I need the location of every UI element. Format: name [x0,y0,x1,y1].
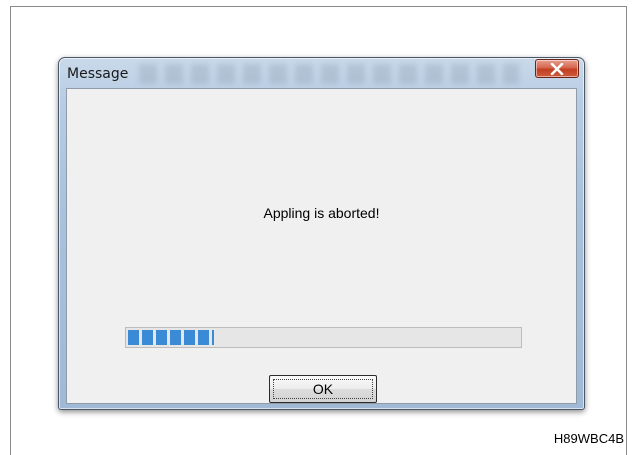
figure-caption: H89WBC4B [553,431,624,446]
progress-bar [125,327,522,348]
progress-fill [128,330,215,345]
glass-background [139,64,519,84]
dialog-content: Appling is aborted! OK [66,88,577,404]
message-dialog: Message Appling is aborted! OK [58,57,585,410]
close-button[interactable] [535,59,579,78]
ok-button[interactable]: OK [269,375,377,403]
progress-track [128,330,519,345]
dialog-title: Message [67,66,129,82]
ok-button-label: OK [312,381,334,397]
close-icon [550,62,564,75]
message-text: Appling is aborted! [263,205,380,221]
